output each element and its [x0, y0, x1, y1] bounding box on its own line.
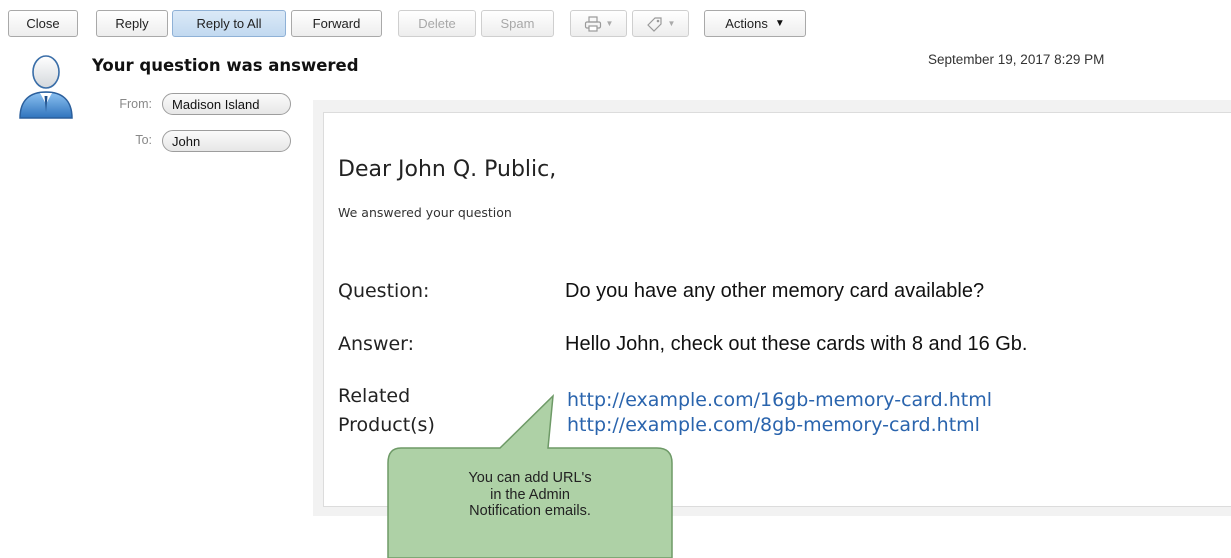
- tag-dropdown-button[interactable]: ▼: [632, 10, 689, 37]
- answer-text: Hello John, check out these cards with 8…: [565, 333, 1028, 355]
- print-dropdown-button[interactable]: ▼: [570, 10, 627, 37]
- spam-button-label: Spam: [500, 16, 535, 31]
- forward-button-label: Forward: [312, 16, 361, 31]
- reply-to-all-button[interactable]: Reply to All: [172, 10, 286, 37]
- to-label: To:: [135, 133, 152, 147]
- from-label: From:: [119, 97, 152, 111]
- callout-line: in the Admin: [490, 486, 570, 503]
- chevron-down-icon: ▼: [774, 18, 785, 29]
- printer-icon: [584, 15, 601, 32]
- to-recipient-chip[interactable]: John: [162, 130, 291, 152]
- reply-to-all-button-label: Reply to All: [196, 16, 262, 31]
- question-label: Question:: [338, 280, 430, 302]
- callout-line: Notification emails.: [469, 503, 591, 519]
- actions-dropdown-button[interactable]: Actions ▼: [704, 10, 806, 37]
- callout-line: You can add URL's: [468, 470, 592, 486]
- delete-button[interactable]: Delete: [398, 10, 476, 37]
- recipient-name: John: [172, 133, 201, 149]
- close-button-label: Close: [26, 16, 60, 31]
- spam-button[interactable]: Spam: [481, 10, 554, 37]
- sender-name: Madison Island: [172, 96, 260, 112]
- reply-button-label: Reply: [115, 16, 149, 31]
- tag-icon: [646, 16, 662, 32]
- delete-button-label: Delete: [418, 16, 456, 31]
- email-date: September 19, 2017 8:29 PM: [928, 52, 1105, 67]
- actions-button-label: Actions: [725, 16, 768, 31]
- from-sender-chip[interactable]: Madison Island: [162, 93, 291, 115]
- question-text: Do you have any other memory card availa…: [565, 280, 985, 302]
- callout-text: You can add URL's in the Admin Notificat…: [388, 470, 672, 520]
- avatar-icon: [19, 55, 73, 119]
- intro-text: We answered your question: [338, 205, 512, 220]
- close-button[interactable]: Close: [8, 10, 78, 37]
- reply-button[interactable]: Reply: [96, 10, 168, 37]
- email-subject: Your question was answered: [92, 56, 359, 75]
- chevron-down-icon: ▼: [605, 19, 614, 28]
- answer-label: Answer:: [338, 333, 415, 355]
- chevron-down-icon: ▼: [667, 19, 676, 28]
- forward-button[interactable]: Forward: [291, 10, 382, 37]
- greeting-heading: Dear John Q. Public,: [338, 157, 557, 182]
